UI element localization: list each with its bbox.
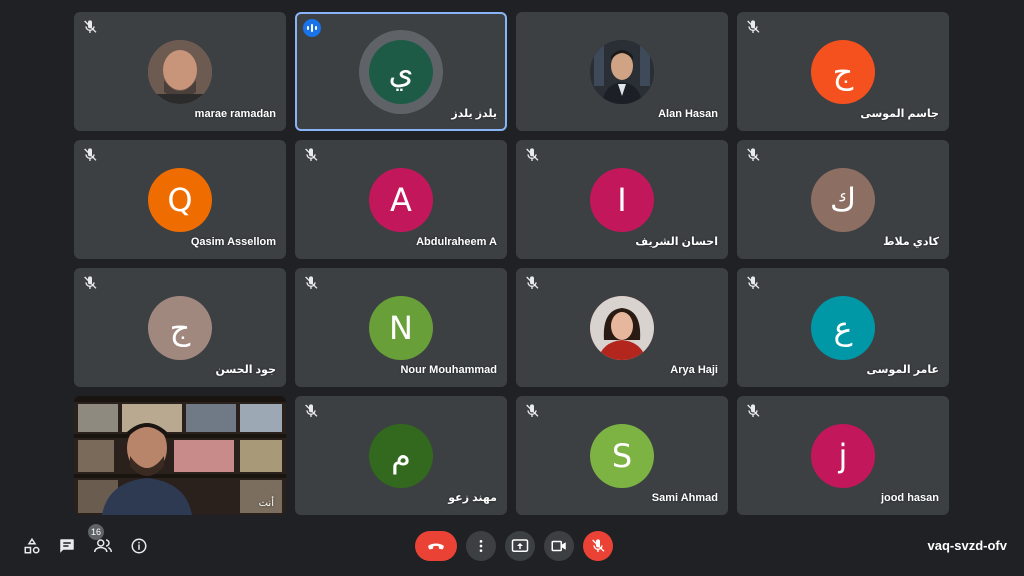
mic-off-icon [305, 148, 318, 161]
participant-tile[interactable]: ج جود الحسن [74, 268, 286, 387]
participant-avatar: S [590, 423, 654, 488]
participant-tile[interactable]: Q Qasim Assellom [74, 140, 286, 259]
mic-off-icon [526, 404, 539, 417]
participant-tile[interactable]: Arya Haji [516, 268, 728, 387]
participant-tile[interactable]: ع عامر الموسى [737, 268, 949, 387]
participant-tile[interactable]: م مهند زعو [295, 396, 507, 515]
mic-off-icon [305, 276, 318, 289]
more-vert-icon [479, 540, 483, 552]
mic-off-icon [84, 148, 97, 161]
participant-avatar-photo [590, 39, 654, 104]
participant-tile-active-speaker[interactable]: ي يلدز يلدز [295, 12, 507, 131]
self-label: أنت [258, 498, 274, 509]
participant-name: مهند زعو [448, 492, 497, 504]
mic-off-icon [84, 20, 97, 33]
meeting-code: vaq-svzd-ofv [927, 538, 1007, 553]
participant-name: marae ramadan [194, 108, 276, 120]
participant-avatar: j [811, 423, 875, 488]
mic-off-icon [747, 20, 760, 33]
participant-tile[interactable]: ك كادي ملاط [737, 140, 949, 259]
participant-avatar: A [369, 167, 433, 232]
participant-grid: marae ramadan ي يلدز يلدز Alan Hasan ج ج… [0, 0, 1024, 520]
participant-avatar: ي [369, 39, 433, 104]
info-icon[interactable] [128, 535, 150, 557]
participant-avatar: ع [811, 295, 875, 360]
microphone-button[interactable] [583, 531, 613, 561]
speaking-indicator-icon [303, 19, 321, 37]
present-screen-button[interactable] [505, 531, 535, 561]
mic-off-icon [747, 404, 760, 417]
participant-name: Alan Hasan [658, 108, 718, 120]
phone-hangup-icon [428, 543, 444, 550]
present-icon [511, 539, 529, 552]
participant-name: كادي ملاط [883, 236, 939, 248]
participant-avatar-photo [590, 295, 654, 360]
participant-tile[interactable]: S Sami Ahmad [516, 396, 728, 515]
participant-tile[interactable]: Alan Hasan [516, 12, 728, 131]
mic-off-icon [747, 276, 760, 289]
participant-name: Sami Ahmad [651, 492, 718, 504]
participant-name: jood hasan [880, 492, 939, 504]
participant-name: Arya Haji [670, 364, 718, 376]
participant-avatar: ج [811, 39, 875, 104]
participant-tile[interactable]: marae ramadan [74, 12, 286, 131]
mic-off-icon [526, 148, 539, 161]
videocam-icon [551, 540, 566, 552]
participant-avatar: ج [148, 295, 212, 360]
participant-name: Nour Mouhammad [400, 364, 497, 376]
participant-tile[interactable]: ج جاسم الموسى [737, 12, 949, 131]
camera-button[interactable] [544, 531, 574, 561]
participant-avatar: N [369, 295, 433, 360]
activities-icon[interactable] [21, 535, 43, 557]
people-icon[interactable] [92, 535, 114, 557]
participant-avatar: ك [811, 167, 875, 232]
participant-name: عامر الموسى [866, 364, 939, 376]
self-video-feed [74, 396, 286, 515]
mic-off-icon [747, 148, 760, 161]
participant-name: جاسم الموسى [860, 108, 939, 120]
chat-icon[interactable] [56, 535, 78, 557]
participant-tile[interactable]: A Abdulraheem A [295, 140, 507, 259]
participant-avatar: I [590, 167, 654, 232]
participant-name: Abdulraheem A [416, 236, 497, 248]
participant-name: جود الحسن [215, 364, 276, 376]
participant-name: يلدز يلدز [451, 108, 497, 120]
participant-avatar: Q [148, 167, 212, 232]
mic-off-icon [305, 404, 318, 417]
end-call-button[interactable] [415, 531, 457, 561]
self-video-tile[interactable]: أنت [74, 396, 286, 515]
participant-name: احسان الشريف [635, 236, 718, 248]
participant-tile[interactable]: j jood hasan [737, 396, 949, 515]
mic-off-icon [592, 539, 605, 552]
more-options-button[interactable] [466, 531, 496, 561]
participant-avatar-photo [148, 39, 212, 104]
mic-off-icon [84, 276, 97, 289]
participant-avatar: م [369, 423, 433, 488]
participant-name: Qasim Assellom [190, 236, 276, 248]
mic-off-icon [526, 276, 539, 289]
participant-tile[interactable]: N Nour Mouhammad [295, 268, 507, 387]
participant-tile[interactable]: I احسان الشريف [516, 140, 728, 259]
